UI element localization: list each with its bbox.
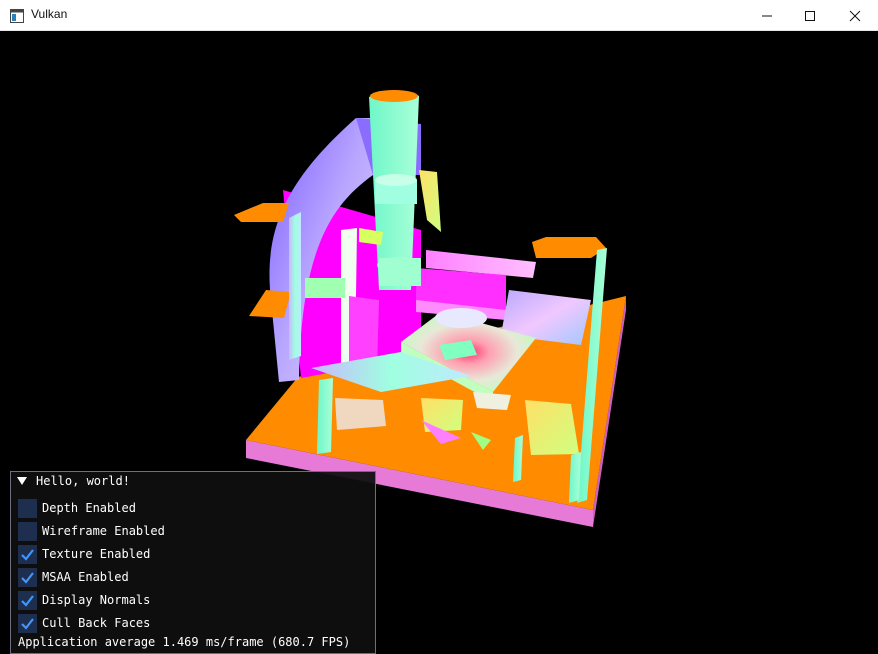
close-button[interactable] (832, 0, 878, 31)
checkbox-box[interactable] (18, 614, 37, 633)
imgui-window[interactable]: Hello, world! Depth Enabled Wireframe En… (10, 471, 376, 654)
checkbox-label: Texture Enabled (42, 547, 151, 561)
checkbox-box[interactable] (18, 545, 37, 564)
collapse-arrow-icon[interactable] (17, 477, 27, 486)
imgui-title-bar[interactable]: Hello, world! (11, 472, 375, 490)
checkbox-label: Display Normals (42, 593, 151, 607)
checkbox-box[interactable] (18, 568, 37, 587)
close-icon (849, 10, 861, 21)
checkbox-label: Cull Back Faces (42, 616, 151, 630)
minimize-button[interactable] (744, 0, 790, 31)
title-bar[interactable]: Vulkan (0, 0, 878, 31)
window-title: Vulkan (31, 7, 68, 21)
minimize-icon (762, 15, 772, 16)
imgui-title: Hello, world! (36, 474, 130, 488)
checkmark-icon (21, 549, 34, 561)
checkbox-box[interactable] (18, 591, 37, 610)
checkbox-label: Wireframe Enabled (42, 524, 165, 538)
app-window-icon (10, 8, 24, 23)
checkbox-label: Depth Enabled (42, 501, 136, 515)
checkmark-icon (21, 618, 34, 630)
checkbox-box[interactable] (18, 522, 37, 541)
maximize-icon (805, 10, 815, 21)
checkbox-label: MSAA Enabled (42, 570, 129, 584)
checkbox-box[interactable] (18, 499, 37, 518)
checkmark-icon (21, 572, 34, 584)
fps-status-text: Application average 1.469 ms/frame (680.… (18, 635, 351, 649)
checkmark-icon (21, 595, 34, 607)
maximize-button[interactable] (787, 0, 833, 31)
